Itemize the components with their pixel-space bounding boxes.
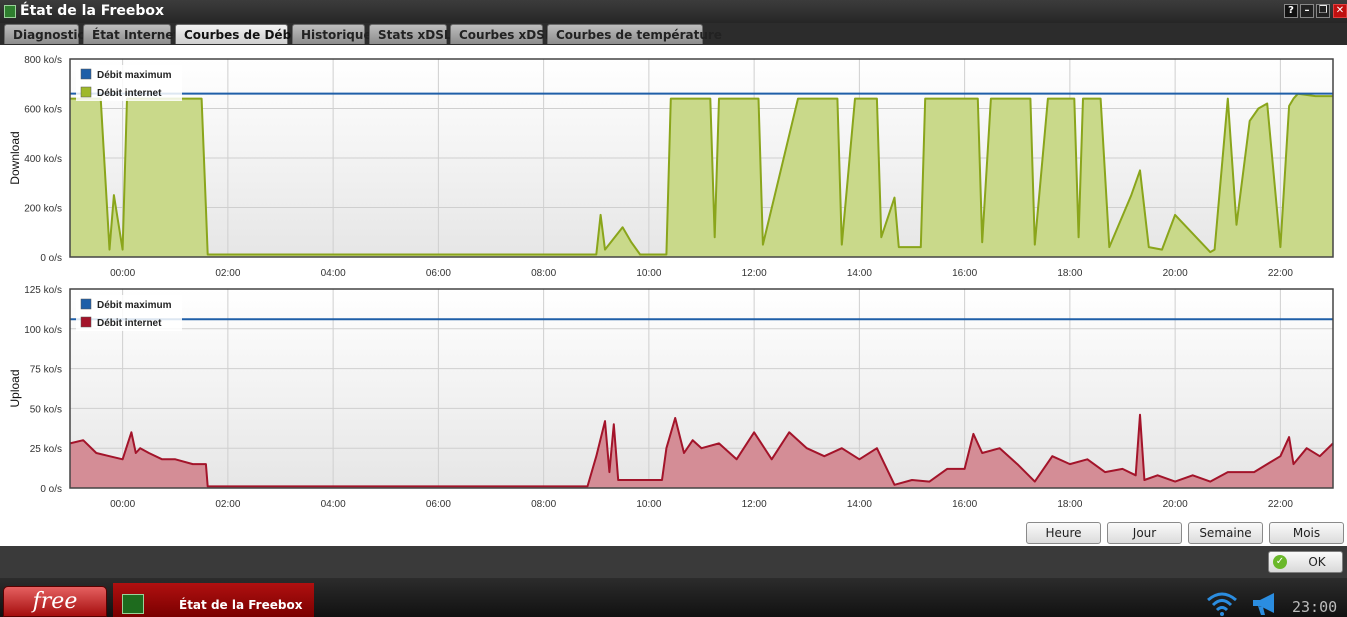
download-y-tick-label: 200 ko/s (24, 204, 62, 215)
semaine-button[interactable]: Semaine (1188, 522, 1263, 544)
tab-diagnostic[interactable]: Diagnostic (4, 24, 85, 44)
upload-legend-label: Débit maximum (97, 300, 172, 311)
download-x-tick-label: 04:00 (321, 268, 346, 279)
mois-button[interactable]: Mois (1269, 522, 1344, 544)
freebox-status-icon (122, 594, 144, 614)
taskbar-item-label: État de la Freebox (179, 598, 303, 612)
download-axis-label: Download (8, 131, 22, 184)
tab-courbes-temperature[interactable]: Courbes de température (547, 24, 722, 44)
checkmark-icon: ✓ (1273, 555, 1287, 569)
upload-x-tick-label: 18:00 (1057, 499, 1082, 510)
close-button[interactable]: ✕ (1333, 4, 1347, 18)
upload-x-tick-label: 10:00 (636, 499, 661, 510)
content-panel: 0 o/s 200 ko/s 400 ko/s 600 ko/s 800 ko/s 00:… (0, 45, 1347, 546)
download-legend-swatch (80, 68, 92, 80)
tab-stats-xdsl[interactable]: Stats xDSL (369, 24, 452, 44)
free-start-button[interactable]: free (3, 586, 107, 617)
tab-historique[interactable]: Historique (292, 24, 372, 44)
download-x-tick-label: 10:00 (636, 268, 661, 279)
tab-courbes-de-debit[interactable]: Courbes de Débit (175, 24, 301, 44)
upload-x-tick-label: 00:00 (110, 499, 135, 510)
upload-x-tick-label: 04:00 (321, 499, 346, 510)
download-x-tick-label: 00:00 (110, 268, 135, 279)
wifi-icon[interactable] (1206, 590, 1238, 616)
download-legend-label: Débit maximum (97, 70, 172, 81)
download-chart: 0 o/s 200 ko/s 400 ko/s 600 ko/s 800 ko/s 00:… (8, 55, 1334, 279)
heure-button[interactable]: Heure (1026, 522, 1101, 544)
clock: 23:00 (1292, 598, 1338, 616)
download-y-tick-label: 400 ko/s (24, 154, 62, 165)
upload-x-tick-label: 20:00 (1163, 499, 1188, 510)
download-x-tick-label: 08:00 (531, 268, 556, 279)
megaphone-icon[interactable] (1250, 591, 1280, 617)
charts-area: 0 o/s 200 ko/s 400 ko/s 600 ko/s 800 ko/s 00:… (8, 55, 1334, 510)
upload-y-tick-label: 100 ko/s (24, 325, 62, 336)
download-y-tick-label: 600 ko/s (24, 105, 62, 116)
upload-y-tick-label: 50 ko/s (30, 404, 62, 415)
download-x-tick-label: 22:00 (1268, 268, 1293, 279)
upload-x-tick-label: 14:00 (847, 499, 872, 510)
upload-y-tick-label: 125 ko/s (24, 285, 62, 296)
tab-etat-internet[interactable]: État Internet (83, 24, 179, 44)
ok-label: OK (1308, 555, 1326, 569)
download-legend-label: Débit internet (97, 88, 162, 99)
upload-x-tick-label: 08:00 (531, 499, 556, 510)
taskbar: free État de la Freebox 23:00 (0, 578, 1347, 617)
download-x-tick-label: 14:00 (847, 268, 872, 279)
upload-y-tick-label: 75 ko/s (30, 365, 62, 376)
freebox-status-icon (4, 5, 16, 18)
upload-x-tick-label: 02:00 (215, 499, 240, 510)
download-x-tick-label: 20:00 (1163, 268, 1188, 279)
upload-chart: 0 o/s 25 ko/s 50 ko/s 75 ko/s 100 ko/s 125 ko… (8, 285, 1334, 510)
upload-x-tick-label: 12:00 (742, 499, 767, 510)
jour-button[interactable]: Jour (1107, 522, 1182, 544)
window-title: État de la Freebox (20, 3, 165, 19)
upload-y-tick-label: 25 ko/s (30, 444, 62, 455)
ok-button[interactable]: ✓ OK (1268, 551, 1343, 573)
status-bar: ✓ OK (0, 546, 1347, 578)
upload-legend-swatch (80, 298, 92, 310)
tab-bar: Diagnostic État Internet Courbes de Débi… (0, 23, 1347, 45)
free-logo: free (32, 589, 78, 614)
download-y-tick-label: 800 ko/s (24, 55, 62, 66)
upload-x-tick-label: 22:00 (1268, 499, 1293, 510)
upload-legend-label: Débit internet (97, 318, 162, 329)
download-x-tick-label: 02:00 (215, 268, 240, 279)
download-x-tick-label: 12:00 (742, 268, 767, 279)
upload-legend-swatch (80, 316, 92, 328)
upload-y-tick-label: 0 o/s (40, 484, 62, 495)
minimize-button[interactable]: – (1300, 4, 1314, 18)
download-legend: Débit maximum Débit internet (76, 65, 182, 101)
upload-axis-label: Upload (8, 369, 22, 407)
taskbar-item-etat-freebox[interactable]: État de la Freebox (113, 583, 314, 617)
download-legend-swatch (80, 86, 92, 98)
upload-legend: Débit maximum Débit internet (76, 295, 182, 331)
download-x-tick-label: 16:00 (952, 268, 977, 279)
tab-courbes-xdsl[interactable]: Courbes xDSL (450, 24, 553, 44)
title-bar: État de la Freebox ? – ❐ ✕ (0, 0, 1347, 23)
upload-x-tick-label: 16:00 (952, 499, 977, 510)
download-x-tick-label: 06:00 (426, 268, 451, 279)
help-button[interactable]: ? (1284, 4, 1298, 18)
download-x-tick-label: 18:00 (1057, 268, 1082, 279)
restore-button[interactable]: ❐ (1316, 4, 1330, 18)
upload-x-tick-label: 06:00 (426, 499, 451, 510)
download-y-tick-label: 0 o/s (40, 253, 62, 264)
